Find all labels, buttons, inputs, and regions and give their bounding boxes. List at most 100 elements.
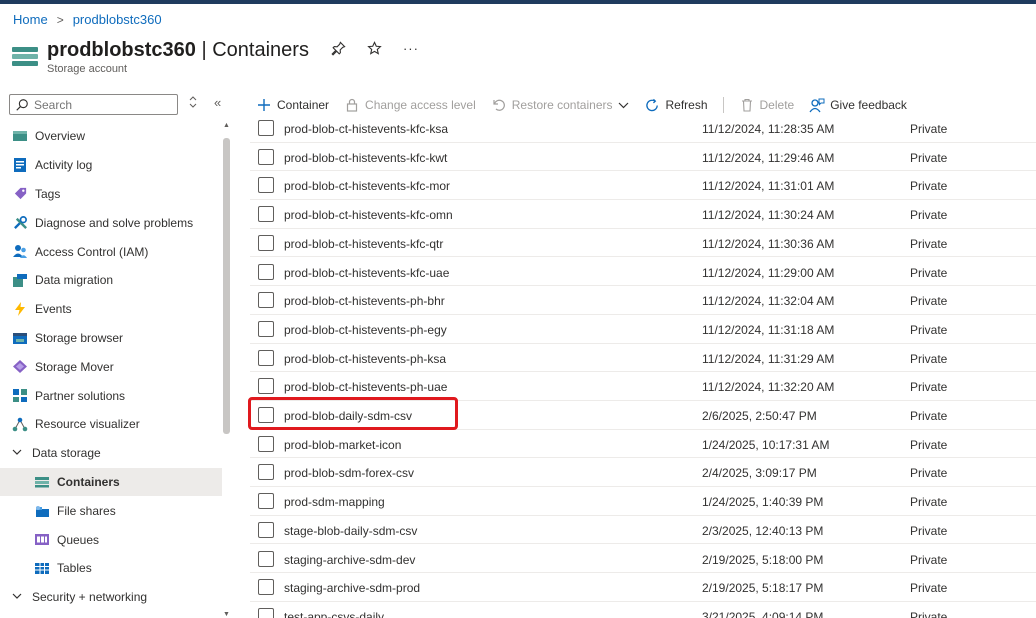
container-name-link[interactable]: test-app-csvs-daily <box>284 610 384 618</box>
refresh-icon <box>644 97 660 113</box>
row-checkbox[interactable] <box>258 320 274 337</box>
breadcrumb-current-link[interactable]: prodblobstc360 <box>73 12 162 27</box>
row-checkbox[interactable] <box>258 521 274 538</box>
row-checkbox[interactable] <box>258 464 274 481</box>
add-container-button[interactable]: Container <box>256 97 329 113</box>
container-name-link[interactable]: prod-blob-market-icon <box>284 438 401 452</box>
container-name-link[interactable]: prod-blob-ct-histevents-ph-egy <box>284 323 447 337</box>
restore-containers-button[interactable]: Restore containers <box>491 97 630 113</box>
row-checkbox[interactable] <box>258 349 274 366</box>
star-icon[interactable] <box>367 41 383 60</box>
sidebar-item-queues[interactable]: Queues <box>0 525 222 554</box>
container-name-link[interactable]: prod-blob-sdm-forex-csv <box>284 466 414 480</box>
sidebar-scrollbar[interactable]: ▲ ▼ <box>222 122 232 618</box>
breadcrumb-home-link[interactable]: Home <box>13 12 48 27</box>
sidebar-item-data-migration[interactable]: Data migration <box>0 266 222 295</box>
sidebar-item-partner-solutions[interactable]: Partner solutions <box>0 381 222 410</box>
container-name-link[interactable]: prod-blob-ct-histevents-kfc-uae <box>284 266 449 280</box>
pin-icon[interactable] <box>331 41 347 60</box>
container-name-link[interactable]: staging-archive-sdm-prod <box>284 581 420 595</box>
sidebar-item-storage-browser[interactable]: Storage browser <box>0 324 222 353</box>
row-checkbox[interactable] <box>258 263 274 280</box>
sidebar-group-data-storage[interactable]: Data storage <box>0 439 222 468</box>
table-row[interactable]: prod-sdm-mapping 1/24/2025, 1:40:39 PM Pri… <box>250 487 1036 516</box>
sidebar-item-access-control[interactable]: Access Control (IAM) <box>0 237 222 266</box>
sidebar-group-security-networking[interactable]: Security + networking <box>0 583 222 612</box>
sidebar-item-activity-log[interactable]: Activity log <box>0 151 222 180</box>
container-name-link[interactable]: prod-blob-ct-histevents-kfc-kwt <box>284 151 447 165</box>
table-row[interactable]: staging-archive-sdm-dev 2/19/2025, 5:18:0… <box>250 545 1036 574</box>
row-checkbox[interactable] <box>258 177 274 194</box>
chevron-down-icon <box>12 448 22 459</box>
row-checkbox[interactable] <box>258 234 274 251</box>
container-name-link[interactable]: prod-blob-ct-histevents-ph-uae <box>284 380 447 394</box>
table-row[interactable]: prod-blob-ct-histevents-kfc-omn 11/12/202… <box>250 200 1036 229</box>
sidebar-item-containers[interactable]: Containers <box>0 467 222 497</box>
delete-button[interactable]: Delete <box>739 97 794 113</box>
row-checkbox[interactable] <box>258 206 274 223</box>
table-row[interactable]: prod-blob-market-icon 1/24/2025, 10:17:31… <box>250 430 1036 459</box>
scroll-up-icon[interactable]: ▲ <box>223 122 230 129</box>
table-row[interactable]: staging-archive-sdm-prod 2/19/2025, 5:18:… <box>250 573 1036 602</box>
row-checkbox[interactable] <box>258 292 274 309</box>
give-feedback-button[interactable]: Give feedback <box>809 97 907 113</box>
table-row[interactable]: prod-blob-ct-histevents-kfc-mor 11/12/202… <box>250 171 1036 201</box>
row-checkbox[interactable] <box>258 407 274 423</box>
container-name-link[interactable]: stage-blob-daily-sdm-csv <box>284 524 417 538</box>
table-row[interactable]: prod-blob-sdm-forex-csv 2/4/2025, 3:09:17… <box>250 458 1036 488</box>
container-name-link[interactable]: prod-sdm-mapping <box>284 495 385 509</box>
sidebar-item-diagnose[interactable]: Diagnose and solve problems <box>0 208 222 237</box>
search-input[interactable] <box>34 97 174 112</box>
sidebar-item-overview[interactable]: Overview <box>0 122 222 151</box>
row-checkbox[interactable] <box>258 550 274 567</box>
last-modified-cell: 3/21/2025, 4:09:14 PM <box>702 609 824 618</box>
row-checkbox[interactable] <box>258 607 274 618</box>
table-row[interactable]: prod-blob-ct-histevents-kfc-uae 11/12/202… <box>250 258 1036 287</box>
sidebar-item-storage-mover[interactable]: Storage Mover <box>0 352 222 381</box>
table-row[interactable]: stage-blob-daily-sdm-csv 2/3/2025, 12:40:… <box>250 516 1036 545</box>
row-checkbox[interactable] <box>258 378 274 395</box>
sidebar-item-resource-visualizer[interactable]: Resource visualizer <box>0 410 222 439</box>
container-name-link[interactable]: staging-archive-sdm-dev <box>284 553 415 567</box>
table-row[interactable]: prod-blob-ct-histevents-ph-uae 11/12/2024… <box>250 372 1036 401</box>
table-row[interactable]: prod-blob-ct-histevents-kfc-qtr 11/12/202… <box>250 229 1036 258</box>
table-row[interactable]: prod-blob-ct-histevents-ph-bhr 11/12/2024… <box>250 286 1036 315</box>
row-checkbox[interactable] <box>258 120 274 136</box>
sidebar: Overview Activity log Tags Diagnose and … <box>0 122 222 618</box>
container-name-link[interactable]: prod-blob-daily-sdm-csv <box>284 409 412 423</box>
change-access-level-button[interactable]: Change access level <box>344 97 476 113</box>
sort-icon[interactable] <box>188 96 198 111</box>
table-row[interactable]: prod-blob-ct-histevents-kfc-ksa 11/12/202… <box>250 114 1036 143</box>
sidebar-search[interactable] <box>9 94 178 115</box>
access-level-cell: Private <box>910 351 948 366</box>
row-checkbox[interactable] <box>258 493 274 510</box>
collapse-sidebar-icon[interactable]: « <box>214 95 221 110</box>
container-name-link[interactable]: prod-blob-ct-histevents-kfc-qtr <box>284 237 443 251</box>
container-name-link[interactable]: prod-blob-ct-histevents-kfc-ksa <box>284 122 448 136</box>
sidebar-item-label: Tags <box>35 186 61 201</box>
row-checkbox[interactable] <box>258 435 274 452</box>
container-name-link[interactable]: prod-blob-ct-histevents-ph-ksa <box>284 352 446 366</box>
table-row[interactable]: prod-blob-daily-sdm-csv 2/6/2025, 2:50:47… <box>250 401 1036 430</box>
refresh-button[interactable]: Refresh <box>644 97 708 113</box>
table-row[interactable]: prod-blob-ct-histevents-kfc-kwt 11/12/202… <box>250 143 1036 172</box>
lock-icon <box>344 97 360 113</box>
wrench-icon <box>12 215 28 231</box>
container-name-link[interactable]: prod-blob-ct-histevents-kfc-omn <box>284 208 453 222</box>
scrollbar-thumb[interactable] <box>223 138 230 434</box>
containers-table: prod-blob-ct-histevents-kfc-ksa 11/12/202… <box>250 114 1036 618</box>
access-level-cell: Private <box>910 523 948 538</box>
table-row[interactable]: prod-blob-ct-histevents-ph-ksa 11/12/2024… <box>250 344 1036 373</box>
table-row[interactable]: test-app-csvs-daily 3/21/2025, 4:09:14 PM… <box>250 602 1036 618</box>
more-icon[interactable]: ··· <box>403 41 419 60</box>
table-row[interactable]: prod-blob-ct-histevents-ph-egy 11/12/2024… <box>250 315 1036 344</box>
sidebar-item-tables[interactable]: Tables <box>0 554 222 583</box>
container-name-link[interactable]: prod-blob-ct-histevents-ph-bhr <box>284 294 445 308</box>
sidebar-item-file-shares[interactable]: File shares <box>0 496 222 525</box>
sidebar-item-events[interactable]: Events <box>0 295 222 324</box>
container-name-link[interactable]: prod-blob-ct-histevents-kfc-mor <box>284 179 450 193</box>
scroll-down-icon[interactable]: ▼ <box>223 611 230 618</box>
sidebar-item-tags[interactable]: Tags <box>0 180 222 209</box>
row-checkbox[interactable] <box>258 148 274 165</box>
row-checkbox[interactable] <box>258 579 274 596</box>
